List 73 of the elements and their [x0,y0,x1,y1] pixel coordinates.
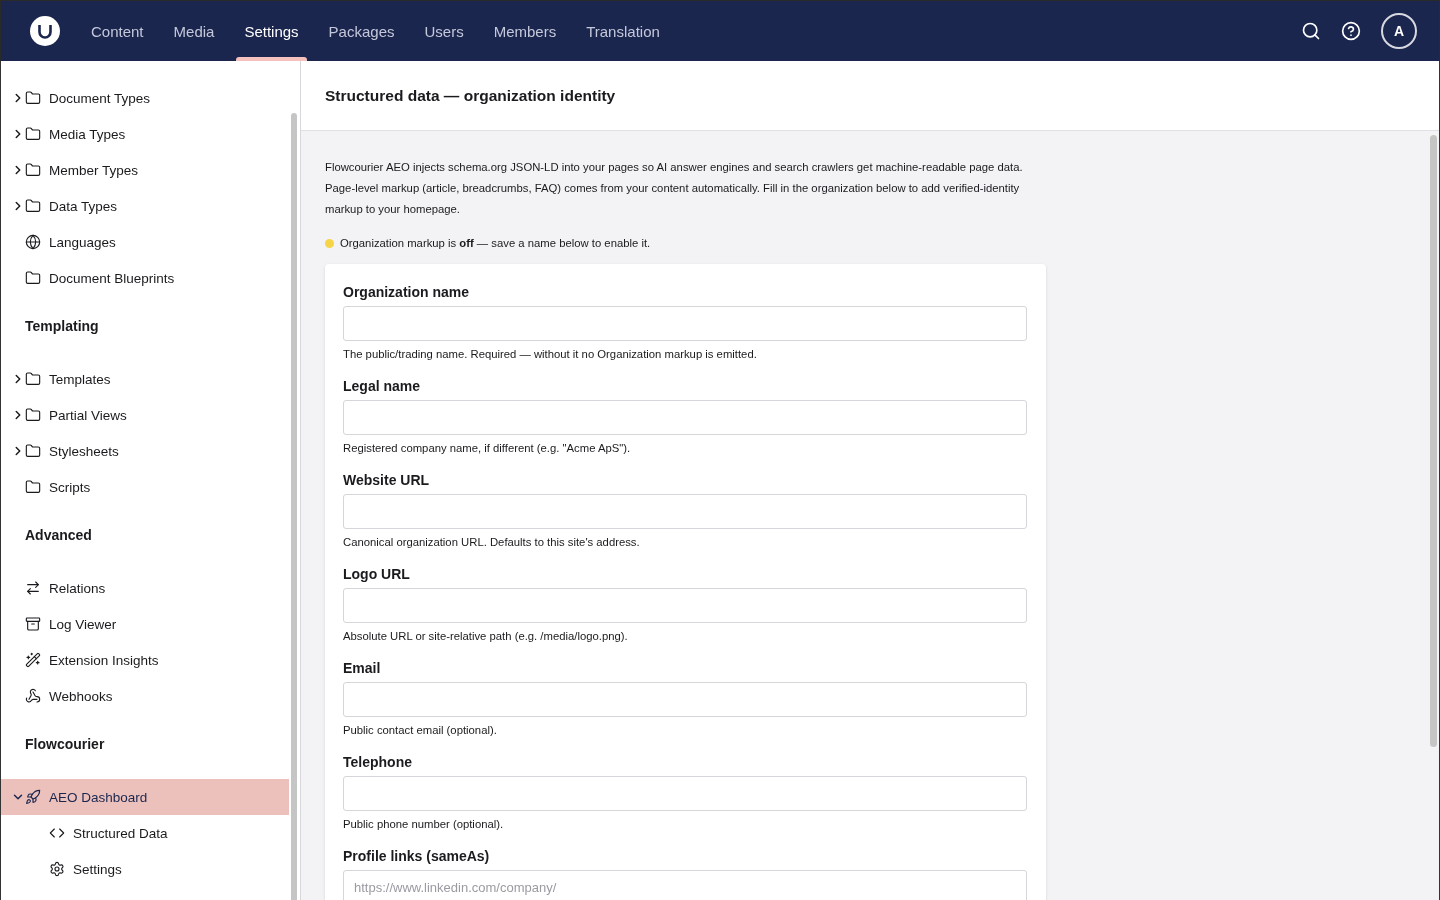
input-field[interactable] [343,588,1027,623]
status-text: Organization markup is off — save a name below to enable it. [340,237,651,249]
sidebar-item[interactable]: Scripts [1,469,289,505]
folder-icon [25,198,41,214]
folder-icon [25,270,41,286]
nav-tab[interactable]: Settings [232,1,311,61]
sidebar-item[interactable]: Structured Data [1,815,289,851]
sidebar-item[interactable]: Settings [1,851,289,887]
sidebar-item[interactable]: Templates [1,361,289,397]
nav-tab[interactable]: Users [412,1,476,61]
sidebar-item[interactable]: Stylesheets [1,433,289,469]
input-field[interactable] [343,306,1027,341]
nav-tab[interactable]: Translation [574,1,672,61]
field-hint: Canonical organization URL. Defaults to this site's address. [343,536,641,548]
folder-icon [25,371,41,387]
wand-icon [25,652,41,668]
search-button[interactable] [1301,21,1321,41]
field-hint: The public/trading name. Required — without it no Organization markup is emitted. [343,348,758,360]
sidebar-item[interactable]: Webhooks [1,678,289,714]
sidebar-item[interactable]: Log Viewer [1,606,289,642]
help-button[interactable] [1341,21,1361,41]
folder-icon [25,90,41,106]
sidebar-item[interactable]: AEO Dashboard [1,779,289,815]
section-title: Flowcourier [24,735,106,754]
section-title: Advanced [24,526,93,545]
page-title: Structured data — organization identity [325,86,616,105]
globe-icon [25,234,41,250]
folder-icon [25,479,41,495]
sidebar-item[interactable]: Extension Insights [1,642,289,678]
field-label: Legal name [343,378,422,394]
field-label: Profile links (sameAs) [343,848,491,864]
field-label: Organization name [343,284,471,300]
section-title: Templating [24,317,100,336]
avatar-button[interactable]: A [1381,13,1417,49]
field-label: Telephone [343,754,413,770]
field-label: Logo URL [343,566,411,582]
sidebar-item[interactable]: Partial Views [1,397,289,433]
sidebar-item[interactable]: Languages [1,224,289,260]
gear-icon [49,861,65,877]
nav-tab[interactable]: Members [481,1,569,61]
description: Flowcourier AEO injects schema.org JSON-LD into your pages so AI answer engines and search crawlers get machine-readable page data. Page-level markup (article, breadcrumbs, FAQ) comes from your content automatically. Fill in the organization below to add verified-identity markup to your homepage. [325,160,1024,217]
sidebar-item[interactable]: Media Types [1,116,289,152]
folder-icon [25,407,41,423]
folder-icon [25,443,41,459]
nav-tab[interactable]: Content [79,1,156,61]
field-label: Email [343,660,382,676]
sidebar-item[interactable]: Data Types [1,188,289,224]
field-hint: Absolute URL or site-relative path (e.g. /media/logo.png). [343,630,629,642]
code-icon [49,825,65,841]
nav-tab[interactable]: Media [161,1,227,61]
archive-icon [25,616,41,632]
sidebar-item[interactable]: Document Blueprints [1,260,289,296]
input-field[interactable] [343,494,1027,529]
webhook-icon [25,688,41,704]
scrollbar[interactable] [1430,135,1437,747]
sidebar-item[interactable]: Relations [1,570,289,606]
rocket-icon [25,789,41,805]
arrows-icon [25,580,41,596]
folder-icon [25,162,41,178]
scrollbar[interactable] [291,113,297,900]
nav-tab[interactable]: Packages [316,1,407,61]
field-hint: Registered company name, if different (e.g. "Acme ApS"). [343,442,632,454]
logo-icon[interactable] [29,15,61,47]
input-field[interactable]: https://www.linkedin.com/company/ [343,870,1027,900]
sidebar-item[interactable]: Document Types [1,80,289,116]
field-label: Website URL [343,472,431,488]
input-field[interactable] [343,682,1027,717]
sidebar-item[interactable]: Member Types [1,152,289,188]
input-field[interactable] [343,400,1027,435]
folder-icon [25,126,41,142]
input-field[interactable] [343,776,1027,811]
field-hint: Public contact email (optional). [343,724,498,736]
field-hint: Public phone number (optional). [343,818,505,830]
